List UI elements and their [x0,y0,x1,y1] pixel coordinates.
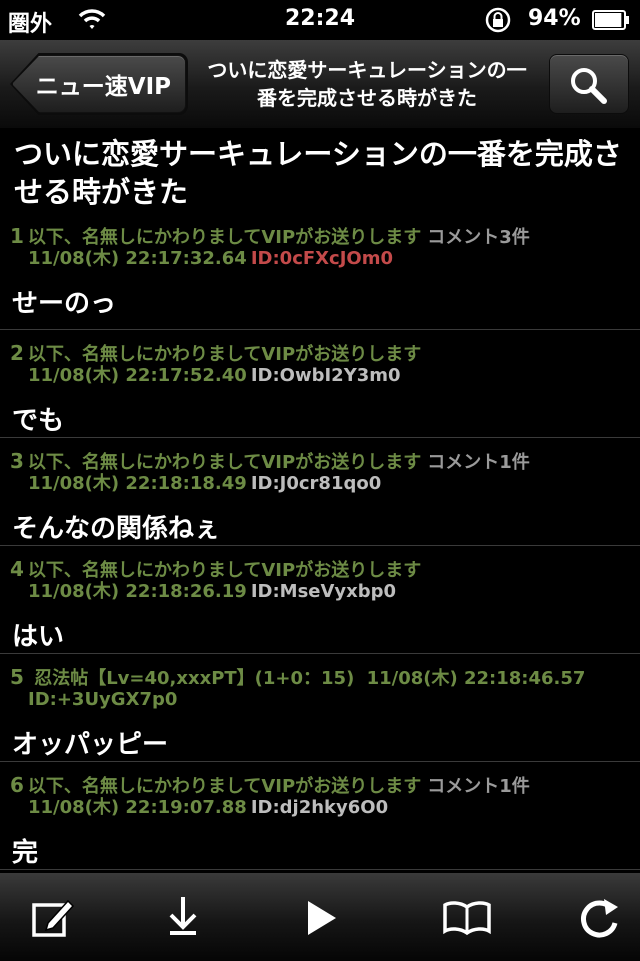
back-button-label: ニュー速VIP [35,74,171,100]
post-number: 4 [10,557,24,581]
nav-title: ついに恋愛サーキュレーションの一番を完成させる時がきた [207,58,527,110]
post-number: 6 [10,773,24,797]
post-body: そんなの関係ねぇ [12,514,221,544]
post-id[interactable]: ID:0cFXcJOm0 [251,248,393,269]
post-date: 11/08(木) 22:19:07.88 [28,797,247,818]
post-date: 11/08(木) 22:18:26.19 [28,581,247,602]
post-meta: 11/08(木) 22:18:18.49 ID:J0cr81qo0 [10,474,630,494]
post-item[interactable]: 5 忍法帖【Lv=40,xxxPT】(1+0：15) 11/08(木) 22:1… [0,654,640,762]
bottom-toolbar [0,872,640,961]
battery-percent: 94% [528,6,581,31]
search-icon [571,68,607,104]
post-date: 11/08(木) 22:17:52.40 [28,365,247,386]
post-author: 以下、名無しにかわりましてVIPがお送りします [27,344,422,365]
back-button[interactable]: ニュー速VIP [12,55,186,113]
post-meta: 11/08(木) 22:17:32.64 ID:0cFXcJOm0 [10,249,630,269]
post-header: 3 以下、名無しにかわりましてVIPがお送りします コメント1件 [10,438,630,474]
post-id[interactable]: ID:J0cr81qo0 [251,473,381,494]
comment-count-link[interactable]: コメント3件 [427,227,530,248]
post-header: 1 以下、名無しにかわりましてVIPがお送りします コメント3件 [10,213,630,249]
post-body: 完 [12,838,39,868]
post-item[interactable]: 1 以下、名無しにかわりましてVIPがお送りします コメント3件 11/08(木) … [0,213,640,330]
comment-count-link[interactable]: コメント1件 [427,776,530,797]
post-author: 以下、名無しにかわりましてVIPがお送りします [27,560,422,581]
post-id[interactable]: ID:dj2hky6O0 [251,797,388,818]
post-date: 11/08(木) 22:18:18.49 [28,473,247,494]
post-date: 11/08(木) 22:18:46.57 [366,668,586,689]
post-number: 1 [10,224,24,248]
post-author: 忍法帖【Lv=40,xxxPT】(1+0：15) [34,668,355,689]
thread-title: ついに恋愛サーキュレーションの一番を完成させる時がきた [14,137,622,209]
post-item[interactable]: 2 以下、名無しにかわりましてVIPがお送りします 11/08(木) 22:17:… [0,330,640,438]
post-body: はい [12,622,65,652]
comment-count-link[interactable]: コメント1件 [427,452,530,473]
post-meta: 11/08(木) 22:19:07.88 ID:dj2hky6O0 [10,798,630,818]
thread-content[interactable]: ついに恋愛サーキュレーションの一番を完成させる時がきた 1 以下、名無しにかわりま… [0,129,640,871]
post-author: 以下、名無しにかわりましてVIPがお送りします [27,776,422,797]
status-bar: 圏外 22:24 94% [0,0,640,40]
post-number: 3 [10,449,24,473]
post-author: 以下、名無しにかわりましてVIPがお送りします [27,452,422,473]
post-meta: ID:+3UyGX7p0 [10,690,630,710]
post-item[interactable]: 4 以下、名無しにかわりましてVIPがお送りします 11/08(木) 22:18:… [0,546,640,654]
post-number: 2 [10,341,24,365]
post-id[interactable]: ID:+3UyGX7p0 [28,689,177,710]
post-header: 2 以下、名無しにかわりましてVIPがお送りします [10,330,630,366]
bookmarks-icon[interactable] [442,893,492,943]
post-number: 5 [10,665,24,689]
post-body: でも [12,406,65,436]
navigation-bar: ニュー速VIP ついに恋愛サーキュレーションの一番を完成させる時がきた [0,40,640,129]
post-meta: 11/08(木) 22:17:52.40 ID:OwbI2Y3m0 [10,366,630,386]
post-meta: 11/08(木) 22:18:26.19 ID:MseVyxbp0 [10,582,630,602]
post-body: せーのっ [12,289,117,319]
post-body: オッパッピー [12,730,169,760]
post-item[interactable]: 6 以下、名無しにかわりましてVIPがお送りします コメント1件 11/08(木) … [0,762,640,870]
play-icon[interactable] [296,893,346,943]
rotation-lock-icon [485,7,511,33]
compose-icon[interactable] [28,893,78,943]
post-header: 4 以下、名無しにかわりましてVIPがお送りします [10,546,630,582]
post-item[interactable]: 3 以下、名無しにかわりましてVIPがお送りします コメント1件 11/08(木) … [0,438,640,546]
post-header: 5 忍法帖【Lv=40,xxxPT】(1+0：15) 11/08(木) 22:1… [10,654,630,690]
post-id[interactable]: ID:MseVyxbp0 [251,581,396,602]
post-date: 11/08(木) 22:17:32.64 [28,248,247,269]
post-id[interactable]: ID:OwbI2Y3m0 [251,365,401,386]
reload-icon[interactable] [574,893,624,943]
post-header: 6 以下、名無しにかわりましてVIPがお送りします コメント1件 [10,762,630,798]
battery-icon [592,10,629,30]
download-icon[interactable] [158,893,208,943]
post-author: 以下、名無しにかわりましてVIPがお送りします [27,227,422,248]
search-button[interactable] [549,54,629,114]
